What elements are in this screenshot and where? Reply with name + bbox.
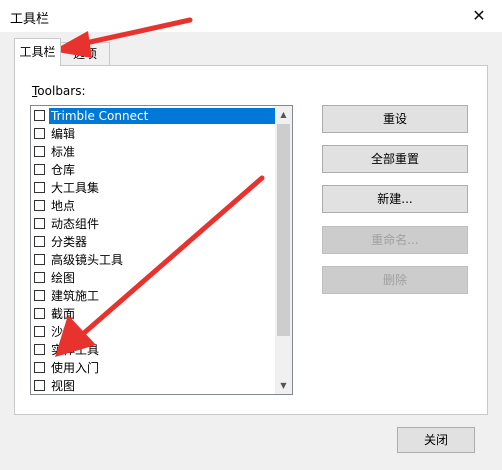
list-item-checkbox[interactable] (34, 236, 45, 247)
list-item-label: 沙箱 (51, 325, 76, 339)
list-item-label: 仓库 (51, 163, 76, 177)
list-item-sandbox[interactable]: 沙箱 (32, 323, 275, 341)
list-item-label: 编辑 (51, 127, 76, 141)
list-item-label: 分类器 (51, 235, 88, 249)
list-item-label: 视图 (51, 379, 76, 393)
tab-options[interactable]: 选项 (60, 42, 110, 66)
list-item-label: 标准 (51, 145, 76, 159)
toolbars-label: Toolbars: (32, 84, 86, 98)
list-item-edit[interactable]: 编辑 (32, 125, 275, 143)
scroll-thumb[interactable] (277, 124, 290, 336)
list-item-checkbox[interactable] (34, 110, 45, 121)
list-item-label: 使用入门 (51, 361, 100, 375)
list-item-checkbox[interactable] (34, 290, 45, 301)
list-item-label: 高级镜头工具 (51, 253, 124, 267)
list-item-checkbox[interactable] (34, 200, 45, 211)
list-item-drawing[interactable]: 绘图 (32, 269, 275, 287)
list-item-label: Trimble Connect (49, 108, 275, 124)
scroll-down-arrow-icon[interactable]: ▼ (275, 377, 292, 394)
list-item-large-tool-set[interactable]: 大工具集 (32, 179, 275, 197)
list-item-warehouse[interactable]: 仓库 (32, 161, 275, 179)
list-item-checkbox[interactable] (34, 164, 45, 175)
toolbars-label-text: oolbars: (37, 84, 86, 98)
list-item-views[interactable]: 视图 (32, 377, 275, 394)
list-item-checkbox[interactable] (34, 182, 45, 193)
close-button[interactable]: 关闭 (397, 427, 475, 453)
list-item-getting-started[interactable]: 使用入门 (32, 359, 275, 377)
list-item-label: 动态组件 (51, 217, 100, 231)
list-item-checkbox[interactable] (34, 128, 45, 139)
list-item-construction[interactable]: 建筑施工 (32, 287, 275, 305)
list-item-label: 绘图 (51, 271, 76, 285)
list-item-label: 大工具集 (51, 181, 100, 195)
list-item-classifier[interactable]: 分类器 (32, 233, 275, 251)
title-bar: 工具栏 ✕ (0, 0, 502, 32)
list-item-checkbox[interactable] (34, 308, 45, 319)
new-button[interactable]: 新建... (322, 185, 468, 213)
list-item-solid-tools[interactable]: 实体工具 (32, 341, 275, 359)
window-title: 工具栏 (10, 12, 50, 27)
list-item-label: 地点 (51, 199, 76, 213)
rename-button: 重命名... (322, 226, 468, 254)
list-item-trimble-connect[interactable]: Trimble Connect (32, 107, 275, 125)
list-item-checkbox[interactable] (34, 344, 45, 355)
scroll-up-arrow-icon[interactable]: ▲ (275, 106, 292, 123)
list-item-label: 建筑施工 (51, 289, 100, 303)
list-item-checkbox[interactable] (34, 362, 45, 373)
list-item-dynamic-components[interactable]: 动态组件 (32, 215, 275, 233)
tab-toolbars[interactable]: 工具栏 (14, 38, 61, 66)
list-item-label: 实体工具 (51, 343, 100, 357)
delete-button: 删除 (322, 266, 468, 294)
list-item-checkbox[interactable] (34, 380, 45, 391)
list-item-checkbox[interactable] (34, 146, 45, 157)
toolbars-listbox[interactable]: Trimble Connect 编辑 标准 仓库 大工具集 地点 动态组件 分类… (30, 105, 293, 395)
list-item-checkbox[interactable] (34, 272, 45, 283)
list-item-section[interactable]: 截面 (32, 305, 275, 323)
list-item-checkbox[interactable] (34, 254, 45, 265)
list-item-location[interactable]: 地点 (32, 197, 275, 215)
list-item-checkbox[interactable] (34, 218, 45, 229)
list-item-label: 截面 (51, 307, 76, 321)
close-icon[interactable]: ✕ (466, 4, 492, 28)
list-item-standard[interactable]: 标准 (32, 143, 275, 161)
list-item-advanced-camera-tools[interactable]: 高级镜头工具 (32, 251, 275, 269)
toolbars-dialog: 工具栏 ✕ 选项 工具栏 Toolbars: Trimble Connect 编… (0, 0, 502, 470)
reset-button[interactable]: 重设 (322, 105, 468, 133)
list-item-checkbox[interactable] (34, 326, 45, 337)
reset-all-button[interactable]: 全部重置 (322, 145, 468, 173)
listbox-scrollbar[interactable]: ▲ ▼ (275, 106, 292, 394)
